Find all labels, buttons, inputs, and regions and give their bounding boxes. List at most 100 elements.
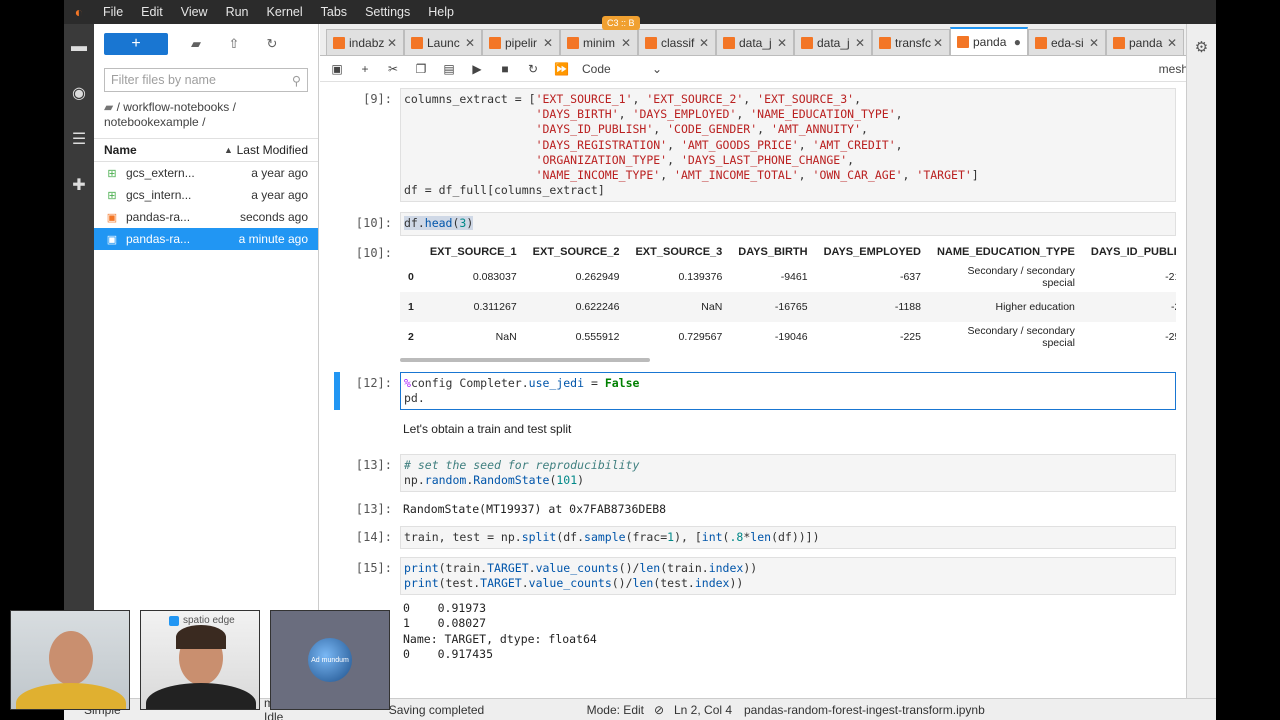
file-list-item[interactable]: ⊞ gcs_intern... a year ago [94,184,318,206]
code-editor[interactable]: train, test = np.split(df.sample(frac=1)… [400,525,1176,549]
menu-file[interactable]: File [94,0,132,24]
menu-run[interactable]: Run [217,0,258,24]
column-name-header[interactable]: Name [104,143,224,157]
editor-mode: Mode: Edit [586,702,644,717]
menu-tabs[interactable]: Tabs [312,0,356,24]
paste-icon[interactable]: ▤ [442,62,456,76]
column-header: DAYS_ID_PUBLISH [1090,245,1176,258]
extensions-icon[interactable]: ✚ [64,162,94,208]
add-cell-icon[interactable]: + [358,62,372,76]
upload-icon[interactable]: ⇧ [224,36,244,52]
markdown-text: Let's obtain a train and test split [403,422,572,437]
new-folder-icon[interactable]: ▰ [186,36,206,52]
stop-icon[interactable]: ■ [498,62,512,76]
output-text: 0 0.91973 1 0.08027 Name: TARGET, dtype:… [403,601,597,661]
run-icon[interactable]: ▶ [470,62,484,76]
cell-type-value: Code [582,61,611,76]
close-icon[interactable]: ✕ [933,36,943,50]
document-tab[interactable]: data_j ✕ [716,29,794,55]
code-editor[interactable]: columns_extract = ['EXT_SOURCE_1', 'EXT_… [400,88,1176,203]
person-body [16,683,126,709]
brand-text: spatio edge [183,615,235,626]
code-cell[interactable]: [14]: train, test = np.split(df.sample(f… [332,525,1176,549]
notebook-icon [645,36,657,49]
document-tab[interactable]: indabz ✕ [326,29,404,55]
running-kernels-icon[interactable]: ◉ [64,70,94,116]
notebook-panel: [9]: columns_extract = ['EXT_SOURCE_1', … [332,84,1176,698]
code-editor[interactable]: %config Completer.use_jedi = False pd. [400,371,1176,411]
restart-icon[interactable]: ↻ [526,62,540,76]
horizontal-scrollbar[interactable] [400,357,650,362]
column-header: NAME_EDUCATION_TYPE [936,245,1075,258]
close-icon[interactable]: ✕ [465,36,475,50]
menu-edit[interactable]: Edit [132,0,172,24]
folder-icon[interactable]: ▬ [64,24,94,70]
document-tab[interactable]: eda-si ✕ [1028,29,1106,55]
trusted-icon[interactable]: ⊘ [644,703,674,717]
breadcrumb-path[interactable]: / workflow-notebooks / notebookexample / [104,100,236,129]
row-index: 1 [408,300,414,313]
save-icon[interactable]: ▣ [330,62,344,76]
document-tab[interactable]: transfc ✕ [872,29,950,55]
cut-icon[interactable]: ✂ [386,62,400,76]
breadcrumb[interactable]: ▰ / workflow-notebooks / notebookexample… [94,92,318,130]
close-icon[interactable]: ✕ [855,36,865,50]
notebook-toolbar: ▣ + ✂ ❐ ▤ ▶ ■ ↻ ⏩ Code ⌄ mesh [320,56,1216,82]
close-icon[interactable]: ✕ [1167,36,1177,50]
close-icon[interactable]: ✕ [387,36,397,50]
code-cell[interactable]: [9]: columns_extract = ['EXT_SOURCE_1', … [332,88,1176,203]
code-editor[interactable]: print(train.TARGET.value_counts()/len(tr… [400,556,1176,596]
property-inspector-icon[interactable]: ⚙ [1187,24,1216,70]
file-list-item[interactable]: ▣ pandas-ra... a minute ago [94,228,318,250]
code-cell[interactable]: [15]: print(train.TARGET.value_counts()/… [332,556,1176,596]
code-cell[interactable]: [10]: df.head(3) [332,212,1176,236]
folder-icon: ▰ [104,100,114,114]
chevron-down-icon: ⌄ [651,61,662,76]
code-editor[interactable]: df.head(3) [400,212,1176,236]
code-editor[interactable]: # set the seed for reproducibility np.ra… [400,454,1176,493]
close-icon[interactable]: ✕ [1089,36,1099,50]
input-prompt: [9]: [363,92,392,106]
document-tab[interactable]: data_j ✕ [794,29,872,55]
file-name: pandas-random-forest-ingest-transform.ip… [744,702,985,717]
column-header: EXT_SOURCE_1 [429,245,517,258]
file-list-item[interactable]: ⊞ gcs_extern... a year ago [94,162,318,184]
cursor-position[interactable]: Ln 2, Col 4 [674,703,744,717]
run-all-icon[interactable]: ⏩ [554,62,569,76]
document-tab[interactable]: panda ✕ [1106,29,1184,55]
notebook-icon [801,36,813,49]
unsaved-dot-icon[interactable]: ● [1014,35,1021,49]
code-cell[interactable]: [13]: # set the seed for reproducibility… [332,454,1176,493]
search-icon: ⚲ [291,73,301,88]
cell-type-select[interactable]: Code ⌄ [582,62,662,76]
menu-settings[interactable]: Settings [356,0,419,24]
output-cell: 0 0.91973 1 0.08027 Name: TARGET, dtype:… [332,597,1176,666]
globe-avatar: Ad mundum [308,638,352,682]
close-icon[interactable]: ✕ [777,36,787,50]
table-of-contents-icon[interactable]: ☰ [64,116,94,162]
file-modified: a year ago [251,166,308,180]
code-cell-active[interactable]: [12]: %config Completer.use_jedi = False… [332,371,1176,411]
markdown-cell[interactable]: Let's obtain a train and test split [332,418,1176,440]
document-tab[interactable]: minim ✕ [560,29,638,55]
file-filter-input[interactable]: Filter files by name ⚲ [104,68,308,92]
refresh-icon[interactable]: ↻ [262,36,282,52]
close-icon[interactable]: ✕ [699,36,709,50]
close-icon[interactable]: ✕ [621,36,631,50]
menu-view[interactable]: View [172,0,217,24]
table-cell: -637 [899,270,921,283]
file-list-item[interactable]: ▣ pandas-ra... seconds ago [94,206,318,228]
close-icon[interactable]: ✕ [543,36,553,50]
document-tab[interactable]: classif ✕ [638,29,716,55]
copy-icon[interactable]: ❐ [414,62,428,76]
document-tab[interactable]: Launc ✕ [404,29,482,55]
webcam-participant-3: Ad mundum [270,610,390,710]
new-launcher-button[interactable]: + [104,33,168,55]
document-tab[interactable]: panda ● [950,27,1028,55]
person-body [146,683,256,709]
document-tab[interactable]: pipelir ✕ [482,29,560,55]
menu-kernel[interactable]: Kernel [258,0,312,24]
menu-help[interactable]: Help [419,0,463,24]
person-head [49,631,93,685]
column-modified-header[interactable]: Last Modified [234,143,308,157]
